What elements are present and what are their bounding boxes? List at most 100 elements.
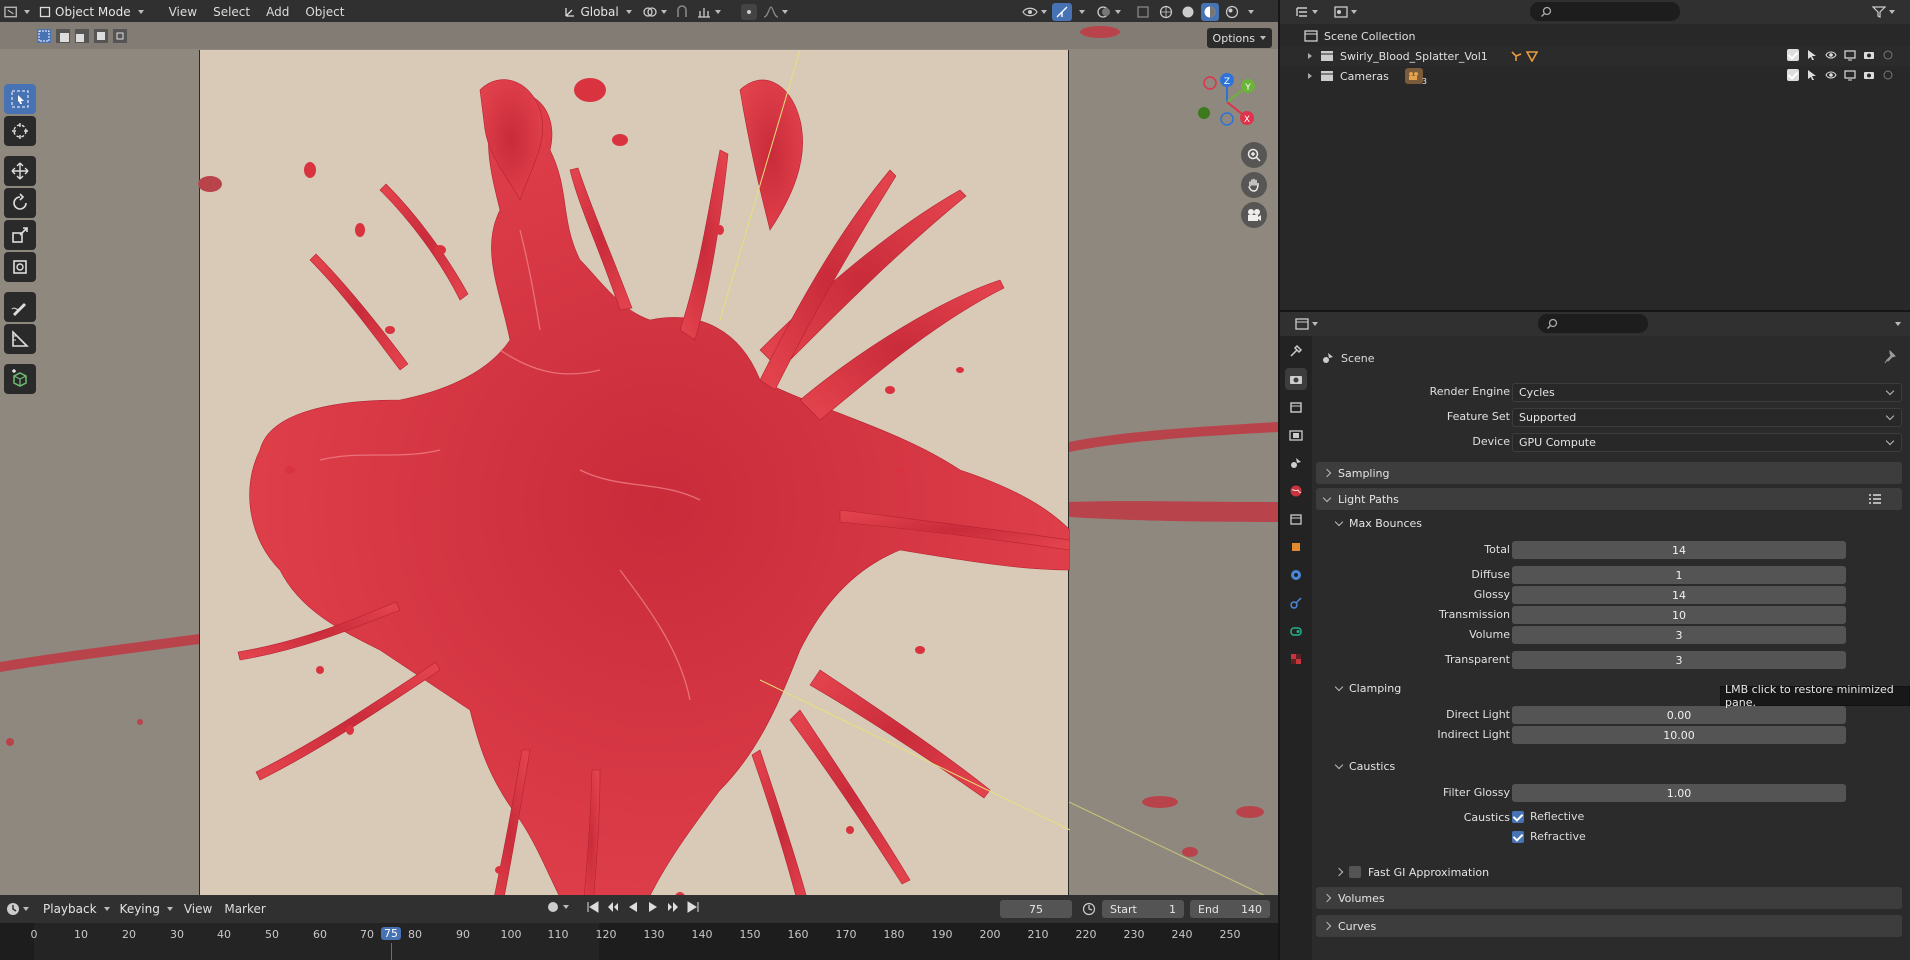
annotate-tool-icon[interactable] — [4, 292, 36, 322]
constraint-tab-icon[interactable] — [1285, 620, 1307, 642]
menu-add[interactable]: Add — [260, 5, 295, 19]
timeline-editor-type-icon[interactable] — [2, 902, 32, 916]
selectable-arrow-icon[interactable] — [1806, 49, 1818, 61]
monitor-icon[interactable] — [1844, 49, 1856, 61]
properties-editor-type-icon[interactable] — [1292, 316, 1320, 332]
timeline-view-menu[interactable]: View — [178, 902, 218, 916]
pin-icon[interactable] — [1884, 350, 1896, 364]
move-tool-icon[interactable] — [4, 156, 36, 186]
feature-set-dropdown[interactable]: Supported — [1512, 408, 1902, 427]
device-dropdown[interactable]: GPU Compute — [1512, 433, 1902, 452]
texture-tab-icon[interactable] — [1285, 648, 1307, 670]
scene-tab-icon[interactable] — [1285, 452, 1307, 474]
expand-arrow-icon[interactable] — [1308, 73, 1312, 79]
menu-object[interactable]: Object — [299, 5, 350, 19]
fast-gi-subpanel-header[interactable]: Fast GI Approximation — [1334, 862, 1489, 882]
jump-end-icon[interactable] — [686, 900, 700, 914]
3d-viewport[interactable]: Options Z Y X — [0, 22, 1278, 895]
bounce-volume-field[interactable]: 3 — [1512, 626, 1846, 644]
shading-rendered-icon[interactable] — [1223, 5, 1241, 19]
exclude-checkbox[interactable] — [1787, 49, 1799, 61]
shading-wireframe-icon[interactable] — [1157, 5, 1175, 19]
caustics-subpanel-header[interactable]: Caustics — [1334, 756, 1395, 776]
menu-view[interactable]: View — [163, 5, 203, 19]
transform-tool-icon[interactable] — [4, 252, 36, 282]
rotate-tool-icon[interactable] — [4, 188, 36, 218]
gizmo-toggle-icon[interactable] — [1052, 3, 1072, 21]
scale-tool-icon[interactable] — [4, 220, 36, 250]
object-tab-icon[interactable] — [1285, 536, 1307, 558]
bounce-diffuse-field[interactable]: 1 — [1512, 566, 1846, 584]
refractive-checkbox-row[interactable]: Refractive — [1512, 830, 1586, 843]
add-cube-tool-icon[interactable] — [4, 364, 36, 394]
monitor-icon[interactable] — [1844, 69, 1856, 81]
presets-list-icon[interactable] — [1868, 493, 1882, 505]
use-preview-range-icon[interactable] — [1082, 902, 1096, 916]
play-reverse-icon[interactable] — [626, 900, 640, 914]
refractive-checkbox[interactable] — [1512, 830, 1524, 843]
visibility-eye-icon[interactable] — [1020, 6, 1048, 18]
pivot-point-icon[interactable] — [641, 5, 669, 19]
filter-icon[interactable] — [1870, 4, 1896, 20]
indirect-light-field[interactable]: 10.00 — [1512, 726, 1846, 744]
overlays-icon[interactable] — [1095, 4, 1121, 20]
physics-tab-icon[interactable] — [1285, 592, 1307, 614]
outliner-search-input[interactable] — [1530, 2, 1680, 21]
view-layer-tab-icon[interactable] — [1285, 424, 1307, 446]
play-icon[interactable] — [646, 900, 660, 914]
snap-target-icon[interactable] — [695, 5, 723, 19]
start-frame-field[interactable]: Start 1 — [1102, 900, 1184, 918]
display-mode-icon[interactable] — [1330, 4, 1360, 20]
bounce-transparent-field[interactable]: 3 — [1512, 651, 1846, 669]
editor-type-icon[interactable] — [4, 3, 30, 21]
expand-arrow-icon[interactable] — [1308, 53, 1312, 59]
collection-tab-icon[interactable] — [1285, 508, 1307, 530]
fast-gi-checkbox[interactable] — [1349, 866, 1361, 878]
exclude-checkbox[interactable] — [1787, 69, 1799, 81]
options-button[interactable]: Options — [1206, 28, 1272, 48]
header-options-icon[interactable] — [1895, 322, 1901, 326]
current-frame-field[interactable]: 75 — [1000, 900, 1072, 918]
keying-menu[interactable]: Keying — [115, 900, 178, 918]
bounce-total-field[interactable]: 14 — [1512, 541, 1846, 559]
mode-dropdown[interactable]: Object Mode — [34, 3, 149, 21]
proportional-edit-icon[interactable] — [740, 4, 757, 20]
xray-icon[interactable] — [1133, 5, 1153, 19]
hide-eye-icon[interactable] — [1825, 69, 1837, 81]
reflective-checkbox-row[interactable]: Reflective — [1512, 810, 1584, 823]
shading-material-icon[interactable] — [1201, 3, 1219, 21]
render-tab-icon[interactable] — [1285, 368, 1307, 390]
world-tab-icon[interactable] — [1285, 480, 1307, 502]
output-tab-icon[interactable] — [1285, 396, 1307, 418]
navigation-gizmo[interactable]: Z Y X — [1195, 68, 1265, 138]
playhead-line[interactable] — [391, 943, 392, 960]
clamping-subpanel-header[interactable]: Clamping — [1334, 678, 1401, 698]
pan-hand-icon[interactable] — [1241, 172, 1267, 198]
hide-eye-icon[interactable] — [1825, 49, 1837, 61]
jump-start-icon[interactable] — [586, 900, 600, 914]
render-camera-icon[interactable] — [1863, 49, 1875, 61]
transform-orientation-dropdown[interactable]: Global — [559, 3, 636, 21]
reflective-checkbox[interactable] — [1512, 810, 1524, 823]
prev-keyframe-icon[interactable] — [606, 900, 620, 914]
volumes-panel-header[interactable]: Volumes — [1316, 887, 1902, 909]
render-camera-icon[interactable] — [1863, 69, 1875, 81]
bounce-transmission-field[interactable]: 10 — [1512, 606, 1846, 624]
falloff-icon[interactable] — [761, 6, 791, 18]
snap-icon[interactable] — [673, 5, 691, 19]
selectable-arrow-icon[interactable] — [1806, 69, 1818, 81]
properties-search-input[interactable] — [1538, 314, 1648, 333]
timeline-ruler[interactable]: 0 10 20 30 40 50 60 70 75 80 90 100 110 … — [0, 923, 1278, 960]
menu-select[interactable]: Select — [207, 5, 256, 19]
measure-tool-icon[interactable] — [4, 324, 36, 354]
curves-panel-header[interactable]: Curves — [1316, 915, 1902, 937]
cursor-tool-icon[interactable] — [4, 116, 36, 146]
shading-solid-icon[interactable] — [1179, 5, 1197, 19]
sampling-panel-header[interactable]: Sampling — [1316, 462, 1902, 484]
next-keyframe-icon[interactable] — [666, 900, 680, 914]
end-frame-field[interactable]: End 140 — [1190, 900, 1270, 918]
camera-view-icon[interactable] — [1241, 202, 1267, 228]
outliner-row-scene-collection[interactable]: Scene Collection — [1280, 26, 1910, 46]
playhead-frame-label[interactable]: 75 — [381, 927, 401, 940]
shading-dropdown-icon[interactable] — [1248, 10, 1254, 14]
